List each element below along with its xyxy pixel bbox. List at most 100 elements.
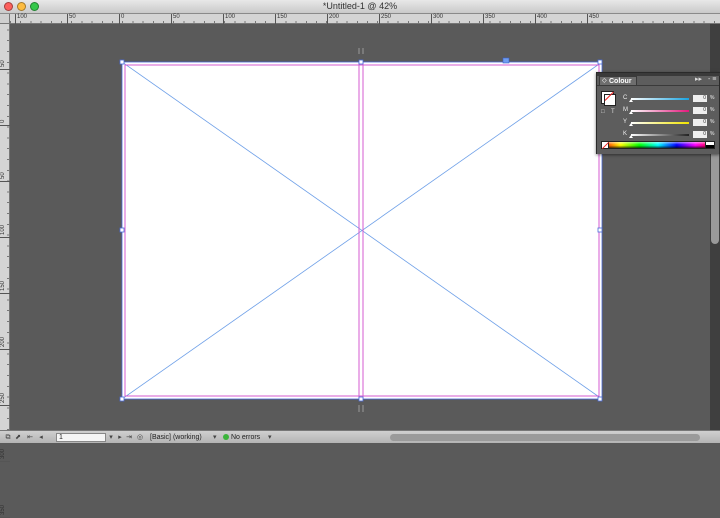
vertical-ruler[interactable]: 50 0 50 100 150 200 250 300 350	[0, 24, 10, 518]
ruler-tick-label: 50	[69, 14, 76, 20]
horizontal-scroll-thumb[interactable]	[390, 434, 700, 441]
cmyk-row-c: C 0%	[621, 95, 717, 103]
cmyk-value-field[interactable]: 0	[693, 131, 707, 138]
cmyk-label: K	[623, 131, 628, 137]
ruler-major-tick	[15, 14, 16, 24]
cmyk-value-field[interactable]: 0	[693, 119, 707, 126]
cmyk-value-field[interactable]: 0	[693, 95, 707, 102]
ruler-major-tick	[0, 461, 10, 462]
handle-top-middle[interactable]	[358, 59, 364, 65]
ruler-major-tick	[223, 14, 224, 24]
ruler-tick-label: 100	[225, 14, 236, 20]
cmyk-label: M	[623, 107, 628, 113]
cmyk-value-field[interactable]: 0	[693, 107, 707, 114]
status-dropdown-icon[interactable]: ▾	[268, 433, 272, 442]
colour-spectrum-ramp[interactable]	[601, 141, 715, 149]
cmyk-percent-label: %	[710, 107, 715, 113]
colour-panel-body: □ T C 0% M 0% Y 0% K 0%	[597, 85, 719, 154]
cmyk-slider-handle[interactable]	[629, 135, 633, 138]
black-white-swatch[interactable]	[705, 141, 715, 149]
handle-top-right[interactable]	[597, 59, 603, 65]
ruler-tick-label: 0	[121, 14, 125, 20]
ruler-tick-label: 450	[589, 14, 600, 20]
horizontal-ruler[interactable]: 100 50 0 50 100 150 200 250 300 350 400 450	[10, 14, 720, 24]
handle-bottom-right[interactable]	[597, 396, 603, 402]
handle-top-left[interactable]	[119, 59, 125, 65]
ruler-major-tick	[535, 14, 536, 24]
ruler-tick-label: 100	[17, 14, 28, 20]
cmyk-slider-handle[interactable]	[629, 123, 633, 126]
cmyk-row-m: M 0%	[621, 107, 717, 115]
colour-panel[interactable]: ◇ Colour ▸▸ - ≡ □ T C 0% M 0% Y 0% K 0%	[596, 72, 720, 154]
preflight-icon[interactable]: ◎	[136, 433, 144, 442]
cmyk-percent-label: %	[710, 119, 715, 125]
ruler-major-tick	[327, 14, 328, 24]
first-page-icon[interactable]: ⇤	[26, 433, 34, 442]
ruler-tick-label: 50	[0, 172, 6, 179]
content-grabber[interactable]	[502, 57, 510, 64]
panel-expand-icon[interactable]: ▸▸	[695, 76, 702, 84]
ruler-major-tick	[0, 293, 10, 294]
ruler-major-tick	[0, 237, 10, 238]
profile-dropdown-icon[interactable]: ▾	[213, 433, 217, 442]
title-bar: *Untitled-1 @ 42%	[0, 0, 720, 14]
next-page-icon[interactable]: ▸	[116, 433, 124, 442]
cmyk-slider-track[interactable]	[631, 122, 689, 124]
ruler-tick-label: 50	[0, 60, 6, 67]
handle-bottom-middle[interactable]	[358, 396, 364, 402]
ruler-tick-label: 0	[0, 119, 6, 123]
cmyk-slider-track[interactable]	[631, 110, 689, 112]
spread-canvas	[119, 48, 603, 412]
cmyk-slider-track[interactable]	[631, 98, 689, 100]
panel-menu-icon[interactable]: - ≡	[708, 76, 716, 84]
window-title: *Untitled-1 @ 42%	[322, 1, 398, 11]
ruler-major-tick	[431, 14, 432, 24]
ruler-major-tick	[119, 14, 120, 24]
ruler-tick-label: 300	[433, 14, 444, 20]
cmyk-row-k: K 0%	[621, 131, 717, 139]
ruler-major-tick	[587, 14, 588, 24]
cmyk-row-y: Y 0%	[621, 119, 717, 127]
ruler-origin[interactable]	[0, 14, 10, 24]
ruler-tick-label: 250	[0, 392, 6, 403]
open-in-preview-icon[interactable]: ⧉	[4, 433, 12, 442]
cmyk-percent-label: %	[710, 131, 715, 137]
previous-page-icon[interactable]: ◂	[37, 433, 45, 442]
ruler-tick-label: 150	[0, 280, 6, 291]
none-colour-icon[interactable]	[601, 141, 609, 149]
ruler-tick-label: 200	[329, 14, 340, 20]
ruler-tick-label: 200	[0, 336, 6, 347]
preflight-status[interactable]: No errors	[223, 433, 260, 442]
page-number-field[interactable]: 1	[56, 433, 106, 442]
page-dropdown-icon[interactable]: ▾	[107, 433, 115, 442]
ruler-tick-label: 300	[0, 448, 6, 459]
ruler-tick-label: 350	[485, 14, 496, 20]
status-bar: ⧉ ⬈ ⇤ ◂ 1 ▾ ▸ ⇥ ◎ [Basic] (working) ▾ No…	[0, 430, 720, 443]
handle-middle-right[interactable]	[597, 227, 603, 233]
handle-middle-left[interactable]	[119, 227, 125, 233]
formatting-text-icon[interactable]: T	[611, 109, 615, 115]
ruler-major-tick	[171, 14, 172, 24]
ruler-tick-label: 400	[537, 14, 548, 20]
ruler-major-tick	[0, 69, 10, 70]
ruler-major-tick	[483, 14, 484, 24]
cmyk-slider-handle[interactable]	[629, 111, 633, 114]
ruler-tick-label: 100	[0, 224, 6, 235]
ruler-major-tick	[379, 14, 380, 24]
cmyk-slider-track[interactable]	[631, 134, 689, 136]
last-page-icon[interactable]: ⇥	[125, 433, 133, 442]
preflight-profile[interactable]: [Basic] (working)	[150, 433, 202, 442]
ruler-major-tick	[275, 14, 276, 24]
formatting-container-icon[interactable]: □	[601, 109, 605, 115]
ruler-tick-label: 350	[0, 504, 6, 515]
cmyk-slider-handle[interactable]	[629, 99, 633, 102]
ruler-major-tick	[0, 405, 10, 406]
ruler-tick-label: 50	[173, 14, 180, 20]
handle-bottom-left[interactable]	[119, 396, 125, 402]
document-spread[interactable]	[119, 48, 603, 412]
ruler-tick-label: 250	[381, 14, 392, 20]
cmyk-percent-label: %	[710, 95, 715, 101]
cmyk-label: Y	[623, 119, 628, 125]
cmyk-label: C	[623, 95, 628, 101]
share-icon[interactable]: ⬈	[14, 433, 22, 442]
